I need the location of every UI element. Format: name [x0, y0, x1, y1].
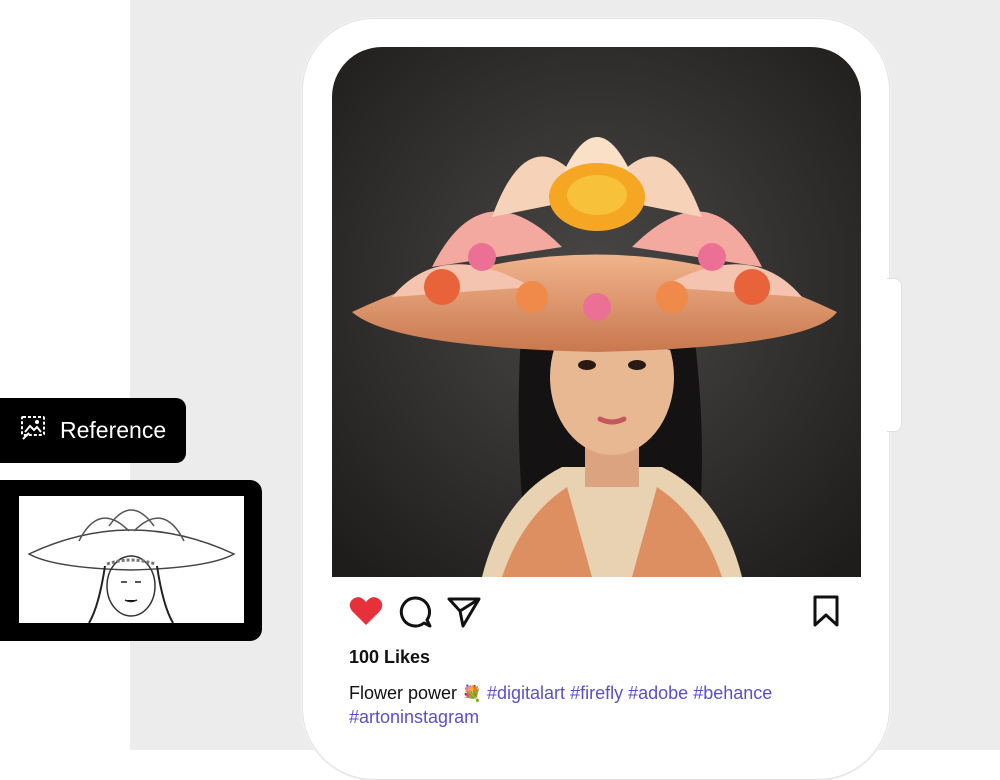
post-image[interactable] — [332, 47, 861, 577]
post-caption: Flower power 💐 #digitalart #firefly #ado… — [349, 682, 829, 728]
reference-sketch-image[interactable] — [19, 496, 244, 623]
hashtag-adobe[interactable]: #adobe — [628, 683, 688, 703]
hashtag-artoninstagram[interactable]: #artoninstagram — [349, 707, 479, 727]
bookmark-icon[interactable] — [812, 594, 840, 633]
phone-side-button — [887, 278, 902, 432]
heart-icon[interactable] — [349, 596, 383, 631]
likes-count[interactable]: 100 Likes — [349, 647, 430, 668]
hashtag-firefly[interactable]: #firefly — [570, 683, 623, 703]
hashtag-digitalart[interactable]: #digitalart — [487, 683, 565, 703]
paper-plane-icon[interactable] — [447, 596, 481, 633]
bouquet-emoji: 💐 — [462, 686, 482, 703]
reference-badge[interactable]: Reference — [0, 398, 186, 463]
comment-icon[interactable] — [398, 595, 432, 634]
reference-label: Reference — [60, 417, 167, 443]
reference-image-icon — [20, 415, 46, 446]
hashtag-behance[interactable]: #behance — [693, 683, 772, 703]
caption-text: Flower power — [349, 683, 458, 703]
